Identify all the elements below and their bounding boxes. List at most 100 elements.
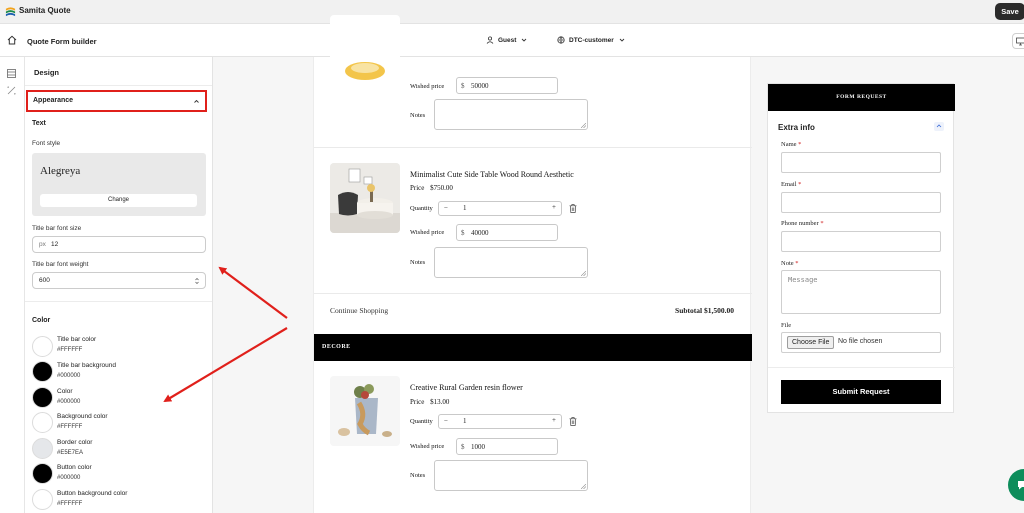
increment-button[interactable]: + [552,416,556,424]
product-photo [330,163,400,233]
builder-toolbar: Quote Form builder Guest DTC-customer [0,24,1024,57]
color-hex: #E5E7EA [57,450,84,456]
name-field[interactable] [781,152,941,173]
phone-field[interactable] [781,231,941,252]
device-preview-button[interactable] [1012,33,1024,49]
customer-select[interactable]: DTC-customer [557,36,626,44]
wished-price-value: 50000 [471,82,489,90]
note-label: Note * [781,260,799,267]
color-name: Title bar background [57,362,117,369]
choose-file-button[interactable]: Choose File [787,336,835,349]
title-bar-background-swatch[interactable] [32,361,53,382]
background-color-swatch[interactable] [32,412,53,433]
font-style-preview: Alegreya Change [32,153,206,216]
increment-button[interactable]: + [552,203,556,211]
product-photo [330,376,400,446]
product-title: Creative Rural Garden resin flower [410,383,523,392]
wished-price-input[interactable]: $ 40000 [456,224,558,241]
section-collapse-button[interactable] [934,122,944,131]
decrement-button[interactable]: − [444,204,448,212]
color-hex: #000000 [57,399,81,405]
button-background-swatch[interactable] [32,489,53,510]
quantity-stepper[interactable]: − 1 + [438,201,562,216]
divider [25,301,212,302]
note-placeholder: Message [788,276,818,284]
product-image [330,163,400,233]
currency-symbol: $ [461,229,465,237]
button-color-swatch[interactable] [32,463,53,484]
note-textarea[interactable]: Message [781,270,941,314]
select-chevron-icon [195,278,199,284]
trash-icon[interactable] [569,417,577,426]
chevron-up-icon [194,99,199,103]
wished-price-value: 40000 [471,229,489,237]
file-label: File [781,322,792,329]
title-size-input[interactable]: px 12 [32,236,206,253]
price-value: $13.00 [430,398,450,406]
quantity-value: 1 [463,204,467,212]
notes-textarea[interactable] [434,99,588,130]
appearance-section-toggle[interactable]: Appearance [26,90,207,112]
chat-icon [1018,481,1024,490]
currency-symbol: $ [461,443,465,451]
design-icon[interactable] [7,86,16,95]
sections-icon[interactable] [7,69,16,78]
name-label: Name * [781,141,802,148]
font-style-label: Font style [32,140,61,147]
color-name: Button color [57,464,92,471]
wished-price-label: Wished price [410,229,445,236]
border-color-swatch[interactable] [32,438,53,459]
text-color-swatch[interactable] [32,387,53,408]
save-button[interactable]: Save [995,3,1024,20]
wished-price-value: 1000 [471,443,485,451]
title-weight-label: Title bar font weight [32,261,89,268]
wished-price-input[interactable]: $ 50000 [456,77,558,94]
page-title: Quote Form builder [27,37,97,46]
title-weight-select[interactable]: 600 [32,272,206,289]
color-name: Border color [57,439,93,446]
user-select-label: Guest [498,36,517,44]
phone-label: Phone number * [781,220,824,227]
user-icon [486,36,494,44]
quantity-value: 1 [463,417,467,425]
title-size-label: Title bar font size [32,225,82,232]
notes-textarea[interactable] [434,460,588,491]
chevron-down-icon [619,38,625,42]
form-section-title: Extra info [778,123,815,132]
divider [768,367,955,368]
home-icon[interactable] [7,35,17,45]
color-heading: Color [32,317,51,324]
email-label: Email * [781,181,802,188]
samita-logo-icon [5,7,16,17]
quantity-stepper[interactable]: − 1 + [438,414,562,429]
title-weight-value: 600 [39,277,50,284]
panel-title: Design [34,68,60,77]
continue-shopping-link[interactable]: Continue Shopping [330,306,388,315]
file-upload: Choose File No file chosen [781,332,941,353]
submit-request-button[interactable]: Submit Request [781,380,941,404]
wished-price-input[interactable]: $ 1000 [456,438,558,455]
notes-textarea[interactable] [434,247,588,278]
color-hex: #FFFFFF [57,424,83,430]
file-status: No file chosen [838,338,883,345]
price-value: $750.00 [430,184,453,192]
product-image [330,15,400,85]
user-select[interactable]: Guest [486,36,528,44]
divider [314,293,752,294]
currency-symbol: $ [461,82,465,90]
decrement-button[interactable]: − [444,417,448,425]
chevron-down-icon [522,38,527,42]
preview-canvas: Wished price $ 50000 Notes Minimalist Cu… [213,15,1024,513]
trash-icon[interactable] [569,204,577,213]
resize-handle-icon [581,271,586,276]
divider [314,147,752,148]
title-bar-color-swatch[interactable] [32,336,53,357]
change-font-button[interactable]: Change [40,194,197,207]
collection-header: DECORE [314,334,752,361]
color-hex: #000000 [57,373,81,379]
color-hex: #000000 [57,475,81,481]
email-field[interactable] [781,192,941,213]
text-heading: Text [32,120,46,127]
product-title: Minimalist Cute Side Table Wood Round Ae… [410,170,574,179]
title-size-value: 12 [51,241,59,248]
